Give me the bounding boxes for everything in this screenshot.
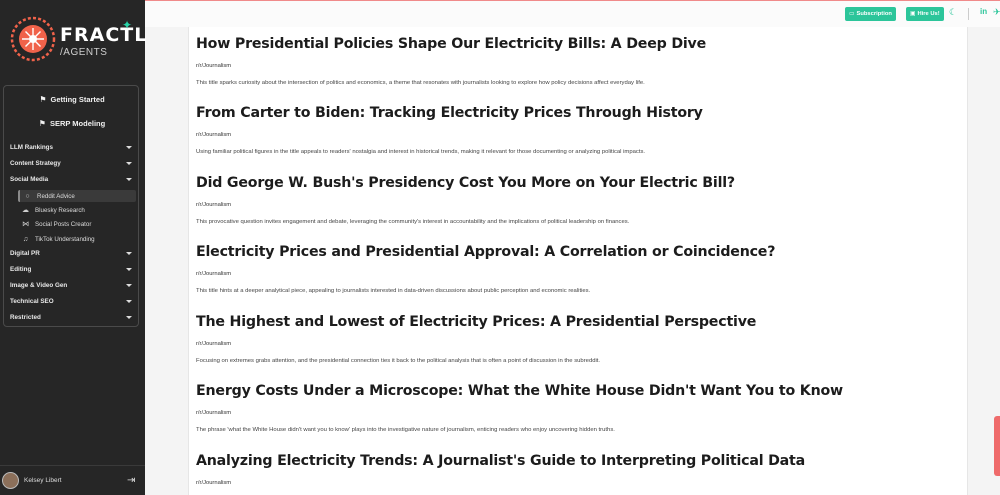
- result-title: Electricity Prices and Presidential Appr…: [196, 244, 776, 260]
- result-title: The Highest and Lowest of Electricity Pr…: [196, 314, 757, 330]
- result-item: From Carter to Biden: Tracking Electrici…: [196, 105, 956, 155]
- result-item: Analyzing Electricity Trends: A Journali…: [196, 453, 956, 486]
- nav-item-label: Reddit Advice: [37, 192, 75, 200]
- result-title: Analyzing Electricity Trends: A Journali…: [196, 453, 805, 469]
- logout-icon[interactable]: ⇥: [127, 475, 135, 486]
- nav-label: Getting Started: [50, 94, 105, 104]
- nav-section-restricted[interactable]: Restricted: [10, 311, 132, 324]
- result-subreddit: r/r/Journalism: [196, 132, 232, 138]
- nav-section-technical-seo[interactable]: Technical SEO: [10, 295, 132, 308]
- nav-serp-modeling[interactable]: ⚑ SERP Modeling: [4, 113, 140, 133]
- result-item: How Presidential Policies Shape Our Elec…: [196, 36, 956, 86]
- result-title: Energy Costs Under a Microscope: What th…: [196, 383, 843, 399]
- nav-item-tiktok-understanding[interactable]: ♫ TikTok Understanding: [18, 233, 136, 245]
- nav-section-editing[interactable]: Editing: [10, 263, 132, 276]
- user-name: Kelsey Libert: [24, 477, 62, 484]
- nav-item-social-posts-creator[interactable]: ⋈ Social Posts Creator: [18, 218, 136, 230]
- result-title: From Carter to Biden: Tracking Electrici…: [196, 105, 703, 121]
- result-item: Did George W. Bush's Presidency Cost You…: [196, 175, 956, 225]
- nav-item-bluesky-research[interactable]: ☁ Bluesky Research: [18, 204, 136, 216]
- result-subreddit: r/r/Journalism: [196, 341, 232, 347]
- nav-label: SERP Modeling: [49, 118, 106, 128]
- result-title: How Presidential Policies Shape Our Elec…: [196, 36, 707, 52]
- result-subreddit: r/r/Journalism: [196, 202, 232, 208]
- nav-item-label: Bluesky Research: [35, 206, 85, 214]
- result-description: This title hints at a deeper analytical …: [196, 288, 591, 294]
- caret-down-icon: [126, 178, 132, 181]
- caret-down-icon: [126, 252, 132, 255]
- bluesky-icon[interactable]: ✈: [993, 7, 1000, 18]
- chat-bubble-icon: ○: [25, 192, 30, 200]
- feedback-tab[interactable]: [994, 416, 1000, 476]
- logo-sunburst-icon: [10, 16, 56, 62]
- nav-section-digital-pr[interactable]: Digital PR: [10, 247, 132, 260]
- section-label: LLM Rankings: [10, 144, 54, 151]
- section-label: Editing: [10, 266, 32, 273]
- subscription-button[interactable]: ▭ Subscription: [845, 7, 896, 21]
- section-label: Technical SEO: [10, 298, 54, 305]
- user-footer: Kelsey Libert ⇥: [0, 465, 145, 495]
- result-item: The Highest and Lowest of Electricity Pr…: [196, 314, 956, 364]
- flag-icon: ⚑: [38, 118, 46, 128]
- divider: [968, 8, 969, 20]
- result-subreddit: r/r/Journalism: [196, 410, 232, 416]
- nav-section-content-strategy[interactable]: Content Strategy: [10, 157, 132, 170]
- result-description: The phrase 'what the White House didn't …: [196, 427, 615, 433]
- result-description: This title sparks curiosity about the in…: [196, 80, 645, 86]
- result-item: Energy Costs Under a Microscope: What th…: [196, 383, 956, 433]
- result-subreddit: r/r/Journalism: [196, 271, 232, 277]
- cloud-icon: ☁: [22, 207, 29, 214]
- top-bar: ▭ Subscription ▣ Hire Us! ☾ in ✈: [145, 0, 1000, 27]
- caret-down-icon: [126, 316, 132, 319]
- result-description: Focusing on extremes grabs attention, an…: [196, 358, 601, 364]
- music-note-icon: ♫: [22, 235, 29, 243]
- brand-sub: /AGENTS: [60, 47, 108, 58]
- section-label: Restricted: [10, 314, 41, 321]
- section-label: Social Media: [10, 176, 49, 183]
- briefcase-icon: ▣: [910, 11, 916, 17]
- share-icon: ⋈: [22, 221, 29, 228]
- nav-getting-started[interactable]: ⚑ Getting Started: [4, 89, 140, 109]
- dark-mode-moon-icon[interactable]: ☾: [949, 7, 957, 18]
- caret-down-icon: [126, 146, 132, 149]
- sidebar: FRACTL /AGENTS ✦ ⚑ Getting Started ⚑ SER…: [0, 0, 146, 495]
- results-panel: How Presidential Policies Shape Our Elec…: [188, 27, 968, 495]
- nav-section-image-video-gen[interactable]: Image & Video Gen: [10, 279, 132, 292]
- linkedin-icon[interactable]: in: [980, 7, 987, 16]
- card-icon: ▭: [849, 11, 855, 17]
- caret-down-icon: [126, 284, 132, 287]
- hire-us-label: Hire Us!: [917, 11, 940, 17]
- result-description: This provocative question invites engage…: [196, 219, 630, 225]
- result-subreddit: r/r/Journalism: [196, 63, 232, 69]
- subscription-label: Subscription: [856, 11, 892, 17]
- section-label: Content Strategy: [10, 160, 61, 167]
- flag-icon: ⚑: [39, 94, 47, 104]
- result-description: Using familiar political figures in the …: [196, 149, 646, 155]
- caret-down-icon: [126, 162, 132, 165]
- result-item: Electricity Prices and Presidential Appr…: [196, 244, 956, 294]
- section-label: Image & Video Gen: [10, 282, 68, 289]
- avatar[interactable]: [2, 472, 19, 489]
- caret-down-icon: [126, 300, 132, 303]
- nav-item-label: Social Posts Creator: [35, 220, 92, 228]
- nav-section-social-media[interactable]: Social Media: [10, 173, 132, 186]
- result-title: Did George W. Bush's Presidency Cost You…: [196, 175, 735, 191]
- brand-name: FRACTL: [60, 24, 148, 46]
- fractl-logo[interactable]: FRACTL /AGENTS ✦: [8, 16, 146, 64]
- sidebar-nav: ⚑ Getting Started ⚑ SERP Modeling LLM Ra…: [3, 85, 139, 327]
- section-label: Digital PR: [10, 250, 40, 257]
- result-subreddit: r/r/Journalism: [196, 480, 232, 486]
- nav-item-reddit-advice[interactable]: ○ Reddit Advice: [18, 190, 136, 202]
- caret-down-icon: [126, 268, 132, 271]
- hire-us-button[interactable]: ▣ Hire Us!: [906, 7, 944, 21]
- sparkle-icon: ✦: [122, 18, 133, 32]
- nav-item-label: TikTok Understanding: [35, 235, 95, 243]
- nav-section-llm-rankings[interactable]: LLM Rankings: [10, 141, 132, 154]
